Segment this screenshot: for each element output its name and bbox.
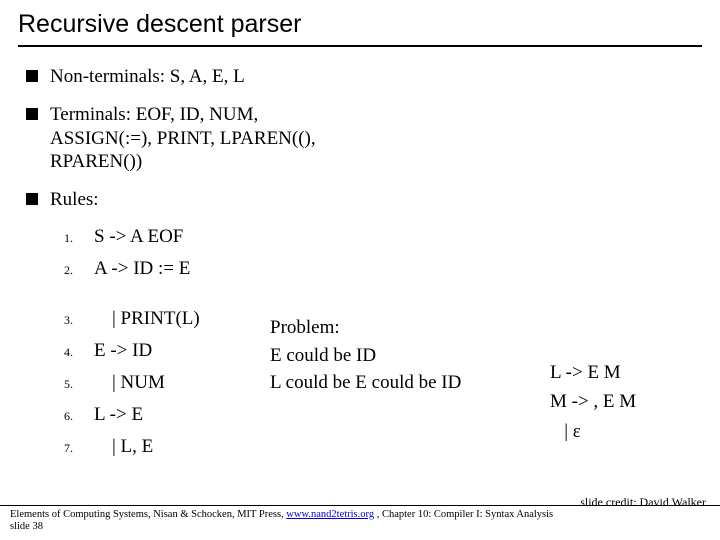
rule-number: 4.: [64, 345, 94, 360]
rule-number: 7.: [64, 441, 94, 456]
rules-list: 1. S -> A EOF 2. A -> ID := E: [18, 226, 702, 280]
rule-number: 1.: [64, 231, 94, 246]
bullet-terminals: Terminals: EOF, ID, NUM, ASSIGN(:=), PRI…: [26, 103, 702, 174]
footer-prefix: Elements of Computing Systems, Nisan & S…: [10, 509, 286, 520]
rules-continued: 3. | PRINT(L) 4. E -> ID 5. | NUM 6. L -…: [64, 308, 264, 468]
rule-text: L -> E: [94, 404, 143, 426]
bullet-square-icon: [26, 108, 38, 120]
slide: Recursive descent parser Non-terminals: …: [0, 0, 720, 540]
solution-line: M -> , E M: [550, 387, 710, 416]
bullet-text: Terminals: EOF, ID, NUM, ASSIGN(:=), PRI…: [50, 103, 350, 174]
problem-line: E could be ID: [270, 342, 510, 370]
footer-suffix: , Chapter 10: Compiler I: Syntax Analysi…: [374, 509, 553, 520]
rule-number: 3.: [64, 313, 94, 328]
rule-6: 6. L -> E: [64, 404, 264, 426]
bullet-text: Non-terminals: S, A, E, L: [50, 65, 245, 89]
bullet-list: Non-terminals: S, A, E, L Terminals: EOF…: [18, 65, 702, 212]
bullet-square-icon: [26, 70, 38, 82]
rule-7: 7. | L, E: [64, 436, 264, 458]
solution-line-epsilon: | ε: [550, 417, 710, 446]
rule-4: 4. E -> ID: [64, 340, 264, 362]
bullet-square-icon: [26, 193, 38, 205]
bullet-nonterminals: Non-terminals: S, A, E, L: [26, 65, 702, 89]
rule-5: 5. | NUM: [64, 372, 264, 394]
problem-box: Problem: E could be ID L could be E coul…: [270, 314, 510, 397]
rule-1: 1. S -> A EOF: [64, 226, 702, 248]
rule-number: 5.: [64, 377, 94, 392]
footer-link[interactable]: www.nand2tetris.org: [286, 509, 374, 520]
rule-3: 3. | PRINT(L): [64, 308, 264, 330]
rule-text: | L, E: [94, 436, 153, 458]
rule-text: | PRINT(L): [94, 308, 200, 330]
rule-text: E -> ID: [94, 340, 152, 362]
rule-text: S -> A EOF: [94, 226, 183, 248]
slide-title: Recursive descent parser: [18, 10, 702, 47]
problem-line: L could be E could be ID: [270, 369, 510, 397]
bullet-rules: Rules:: [26, 188, 702, 212]
rule-number: 2.: [64, 263, 94, 278]
rule-text: | NUM: [94, 372, 165, 394]
solution-line: L -> E M: [550, 358, 710, 387]
problem-line: Problem:: [270, 314, 510, 342]
solution-grammar: L -> E M M -> , E M | ε: [550, 358, 710, 446]
footer-slide-number: slide 38: [10, 521, 43, 532]
rule-number: 6.: [64, 409, 94, 424]
footer: Elements of Computing Systems, Nisan & S…: [0, 505, 720, 540]
bullet-text: Rules:: [50, 188, 99, 212]
rule-2: 2. A -> ID := E: [64, 258, 702, 280]
rule-text: A -> ID := E: [94, 258, 190, 280]
three-column-area: 3. | PRINT(L) 4. E -> ID 5. | NUM 6. L -…: [0, 308, 720, 483]
